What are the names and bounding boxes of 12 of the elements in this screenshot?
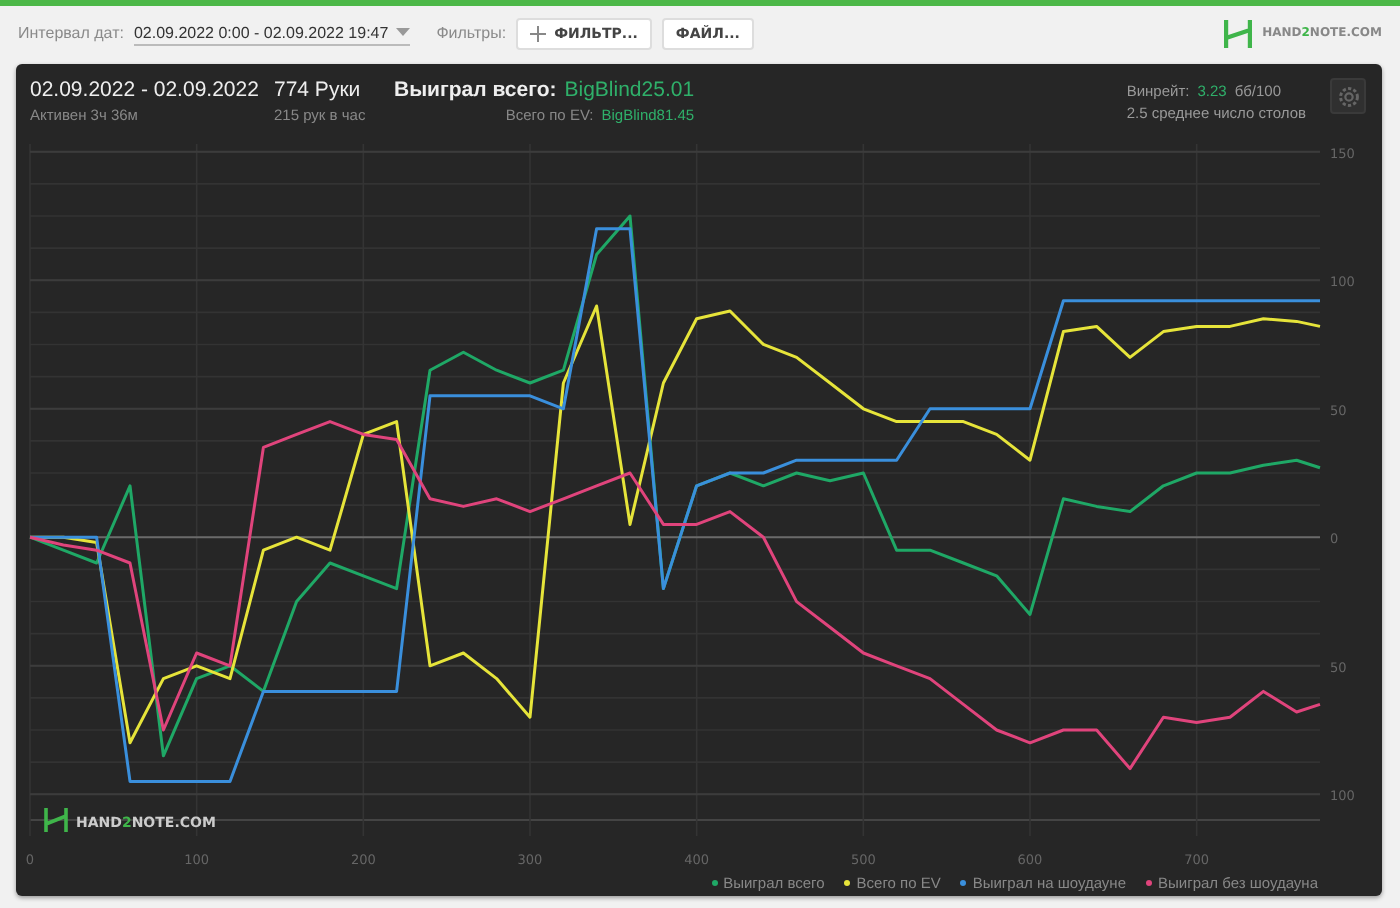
date-range-select[interactable]: 02.09.2022 0:00 - 02.09.2022 19:47 <box>133 21 411 45</box>
settings-button[interactable] <box>1330 78 1366 114</box>
won-label: Выиграл всего: <box>394 78 557 102</box>
date-range-title: 02.09.2022 - 02.09.2022 <box>30 78 261 102</box>
logo-icon <box>1224 19 1253 47</box>
caret-icon <box>396 27 411 37</box>
hands-count: 774 Руки <box>274 78 363 102</box>
settings-icon <box>1337 85 1359 107</box>
interval-label: Интервал дат: <box>18 24 124 42</box>
filters-label: Фильтры: <box>436 24 507 42</box>
plus-icon <box>530 25 547 41</box>
won-value: BigBlind25.01 <box>564 78 695 102</box>
